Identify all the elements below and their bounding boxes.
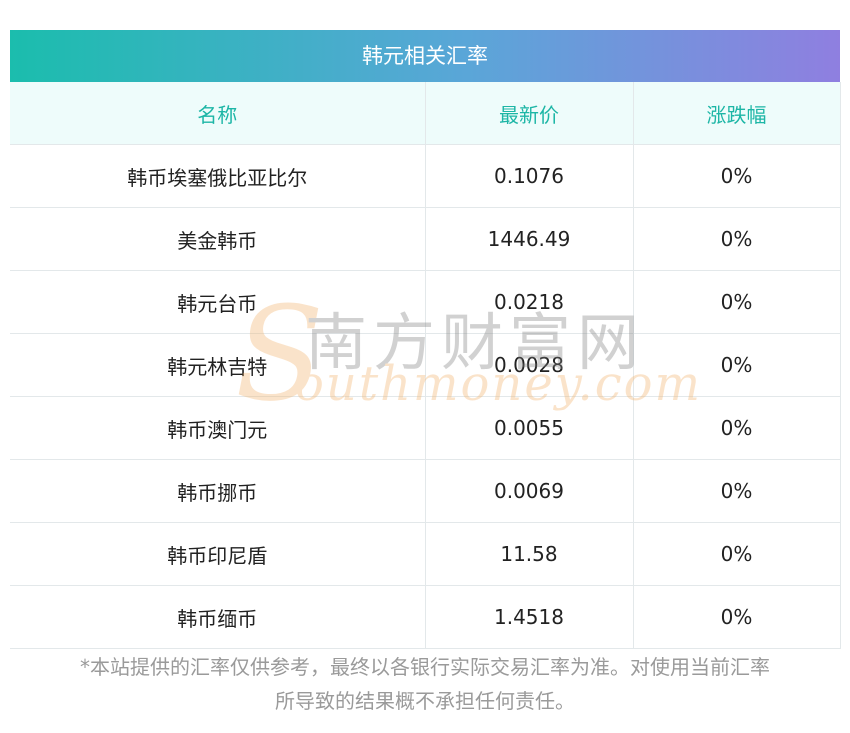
rate-price-cell: 0.0055 xyxy=(424,396,633,460)
disclaimer-footnote: *本站提供的汇率仅供参考，最终以各银行实际交易汇率为准。对使用当前汇率 所导致的… xyxy=(0,650,850,718)
card-title: 韩元相关汇率 xyxy=(10,30,840,82)
rate-price-cell: 0.0218 xyxy=(424,270,633,334)
table-row[interactable]: 韩币澳门元 0.0055 0% xyxy=(10,396,841,460)
rate-name-cell[interactable]: 韩元林吉特 xyxy=(10,333,425,397)
table-row[interactable]: 韩币印尼盾 11.58 0% xyxy=(10,522,841,586)
rate-change-cell: 0% xyxy=(632,585,841,649)
table-row[interactable]: 韩元林吉特 0.0028 0% xyxy=(10,333,841,397)
rate-change-cell: 0% xyxy=(632,144,841,208)
rate-change-cell: 0% xyxy=(632,270,841,334)
column-header-change: 涨跌幅 xyxy=(632,82,841,145)
rate-price-cell: 0.0069 xyxy=(424,459,633,523)
rate-price-cell: 11.58 xyxy=(424,522,633,586)
rate-name-cell[interactable]: 韩币埃塞俄比亚比尔 xyxy=(10,144,425,208)
rate-name-cell[interactable]: 韩元台币 xyxy=(10,270,425,334)
rate-name-cell[interactable]: 美金韩币 xyxy=(10,207,425,271)
rate-change-cell: 0% xyxy=(632,207,841,271)
rate-change-cell: 0% xyxy=(632,396,841,460)
disclaimer-line-1: *本站提供的汇率仅供参考，最终以各银行实际交易汇率为准。对使用当前汇率 xyxy=(80,655,770,679)
table-row[interactable]: 韩币挪币 0.0069 0% xyxy=(10,459,841,523)
disclaimer-line-2: 所导致的结果概不承担任何责任。 xyxy=(275,689,575,713)
column-header-price: 最新价 xyxy=(424,82,633,145)
rate-name-cell[interactable]: 韩币澳门元 xyxy=(10,396,425,460)
rate-name-cell[interactable]: 韩币挪币 xyxy=(10,459,425,523)
column-header-name: 名称 xyxy=(10,82,425,145)
table-header-row: 名称 最新价 涨跌幅 xyxy=(10,82,841,145)
table-row[interactable]: 韩元台币 0.0218 0% xyxy=(10,270,841,334)
table-row[interactable]: 美金韩币 1446.49 0% xyxy=(10,207,841,271)
exchange-rate-card: 韩元相关汇率 名称 最新价 涨跌幅 韩币埃塞俄比亚比尔 0.1076 0% 美金… xyxy=(10,30,841,649)
rate-table: 名称 最新价 涨跌幅 韩币埃塞俄比亚比尔 0.1076 0% 美金韩币 1446… xyxy=(10,82,841,649)
rate-name-cell[interactable]: 韩币缅币 xyxy=(10,585,425,649)
rate-price-cell: 1446.49 xyxy=(424,207,633,271)
rate-change-cell: 0% xyxy=(632,522,841,586)
table-row[interactable]: 韩币缅币 1.4518 0% xyxy=(10,585,841,649)
rate-price-cell: 0.1076 xyxy=(424,144,633,208)
rate-change-cell: 0% xyxy=(632,333,841,397)
rate-change-cell: 0% xyxy=(632,459,841,523)
rate-price-cell: 1.4518 xyxy=(424,585,633,649)
table-row[interactable]: 韩币埃塞俄比亚比尔 0.1076 0% xyxy=(10,144,841,208)
rate-price-cell: 0.0028 xyxy=(424,333,633,397)
rate-name-cell[interactable]: 韩币印尼盾 xyxy=(10,522,425,586)
